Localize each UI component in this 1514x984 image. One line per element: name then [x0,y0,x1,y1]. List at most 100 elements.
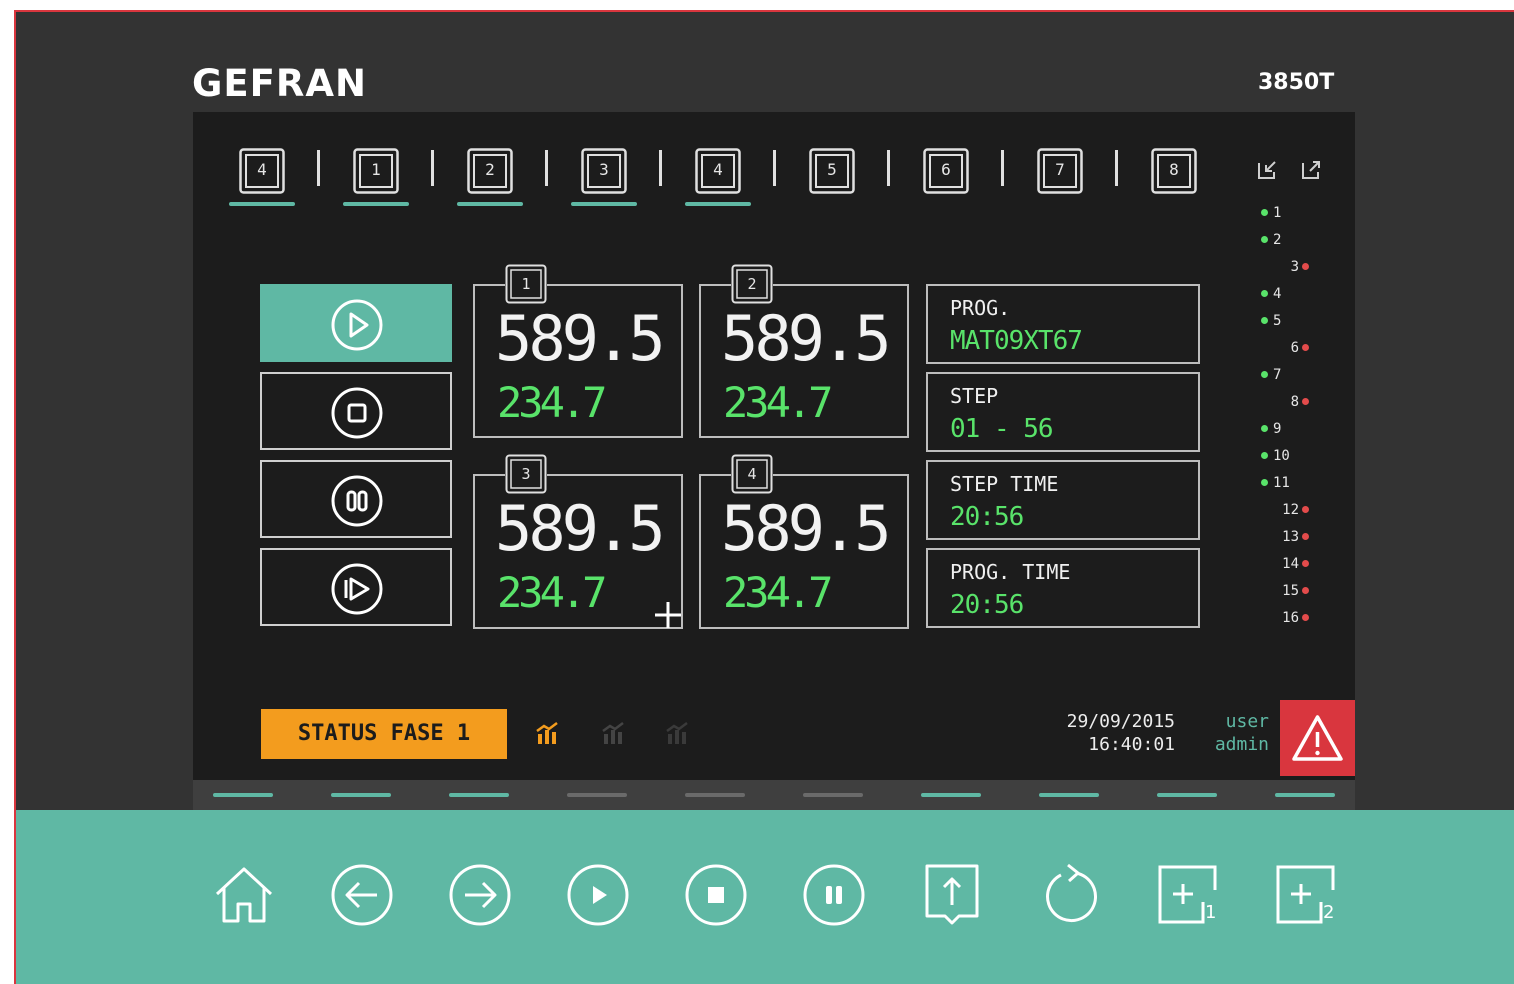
stop-footer-button[interactable] [681,860,751,930]
io-number: 11 [1273,475,1290,491]
page-dash[interactable] [1039,793,1099,797]
tab-divider [317,150,320,186]
page-dash[interactable] [1157,793,1217,797]
page-dash[interactable] [331,793,391,797]
io-status-item: 5 [1257,311,1327,331]
info-value: 01 - 56 [950,414,1054,444]
tab-label: 1 [371,160,381,179]
status-dot-icon [1302,398,1309,405]
tab-underline [685,202,751,206]
tab-underline [457,202,523,206]
alarm-button[interactable] [1280,700,1355,776]
io-status-item: 13 [1257,527,1327,547]
display-screen: 4 1 2 3 4 5 6 7 8 589.5 234.7 1 589.5 23… [193,112,1355,780]
zone-value: 589.5 [495,492,666,565]
tab-underline [343,202,409,206]
date-text: 29/09/2015 [1066,711,1175,732]
tab-zone-2[interactable]: 2 [457,138,523,206]
io-status-item: 4 [1257,284,1327,304]
stop-button[interactable] [260,372,452,450]
user-info[interactable]: user admin [1193,710,1269,756]
status-dot-icon [1261,425,1268,432]
page-dash[interactable] [567,793,627,797]
zone-label: 1 [521,275,531,293]
page-dash[interactable] [803,793,863,797]
page-dash[interactable] [921,793,981,797]
tab-zone-4[interactable]: 4 [685,138,751,206]
info-label: PROG. TIME [950,560,1071,584]
io-number: 8 [1290,394,1299,410]
status-dot-icon [1261,317,1268,324]
tab-zone-1[interactable]: 1 [343,138,409,206]
info-label: PROG. [950,296,1011,320]
zone-value: 589.5 [721,302,892,375]
status-dot-icon [1261,479,1268,486]
play-footer-button[interactable] [563,860,633,930]
add-1-button[interactable]: 1 [1153,860,1223,930]
page-dash[interactable] [685,793,745,797]
tab-divider [545,150,548,186]
zone-badge-3: 3 [505,454,547,494]
io-number: 7 [1273,367,1282,383]
info-program: PROG. MAT09XT67 [926,284,1200,364]
back-button[interactable] [327,860,397,930]
model-label: 3850T [1258,70,1335,95]
io-status-item: 7 [1257,365,1327,385]
zone-value: 589.5 [721,492,892,565]
status-dot-icon [1302,263,1309,270]
zone-panel-1[interactable]: 589.5 234.7 [473,284,683,438]
tab-underline [571,202,637,206]
phase-chart-icon[interactable] [601,720,627,746]
tab-zone-7[interactable]: 7 [1027,138,1093,206]
home-button[interactable] [209,860,279,930]
io-status-item: 10 [1257,446,1327,466]
zone-label: 4 [747,465,757,483]
tab-label: 8 [1169,160,1179,179]
io-status-item: 12 [1257,500,1327,520]
pause-icon [331,475,383,527]
zone-setpoint: 234.7 [723,378,833,427]
zone-panel-2[interactable]: 589.5 234.7 [699,284,909,438]
crosshair-icon [655,602,681,628]
zone-badge-2: 2 [731,264,773,304]
page-indicator [193,780,1355,810]
tab-home[interactable]: 4 [229,138,295,206]
tab-label: 4 [257,160,267,179]
upload-button[interactable] [917,860,987,930]
io-status-item: 1 [1257,203,1327,223]
forward-button[interactable] [445,860,515,930]
io-number: 1 [1273,205,1282,221]
io-status-item: 11 [1257,473,1327,493]
role-text: admin [1214,734,1269,755]
io-status-item: 15 [1257,581,1327,601]
status-dot-icon [1261,290,1268,297]
tab-label: 6 [941,160,951,179]
status-dot-icon [1302,560,1309,567]
page-dash[interactable] [213,793,273,797]
collapse-icon[interactable] [1255,158,1279,182]
zone-panel-4[interactable]: 589.5 234.7 [699,474,909,629]
phase-chart-icon[interactable] [535,720,561,746]
play-circle-icon [567,864,629,926]
page-dash[interactable] [1275,793,1335,797]
zone-panel-3[interactable]: 589.5 234.7 [473,474,683,629]
tab-divider [1001,150,1004,186]
add-2-button[interactable]: 2 [1271,860,1341,930]
tab-zone-8[interactable]: 8 [1141,138,1207,206]
tab-zone-5[interactable]: 5 [799,138,865,206]
tab-zone-3[interactable]: 3 [571,138,637,206]
tab-zone-6[interactable]: 6 [913,138,979,206]
status-phase: STATUS FASE 1 [261,709,507,759]
refresh-button[interactable] [1035,860,1105,930]
zone-badge-4: 4 [731,454,773,494]
skip-button[interactable] [260,548,452,626]
zone-setpoint: 234.7 [497,568,607,617]
io-number: 14 [1282,556,1299,572]
expand-icon[interactable] [1299,158,1323,182]
pause-button[interactable] [260,460,452,538]
pause-footer-button[interactable] [799,860,869,930]
io-status-item: 8 [1257,392,1327,412]
play-button[interactable] [260,284,452,362]
page-dash[interactable] [449,793,509,797]
phase-chart-icon[interactable] [665,720,691,746]
